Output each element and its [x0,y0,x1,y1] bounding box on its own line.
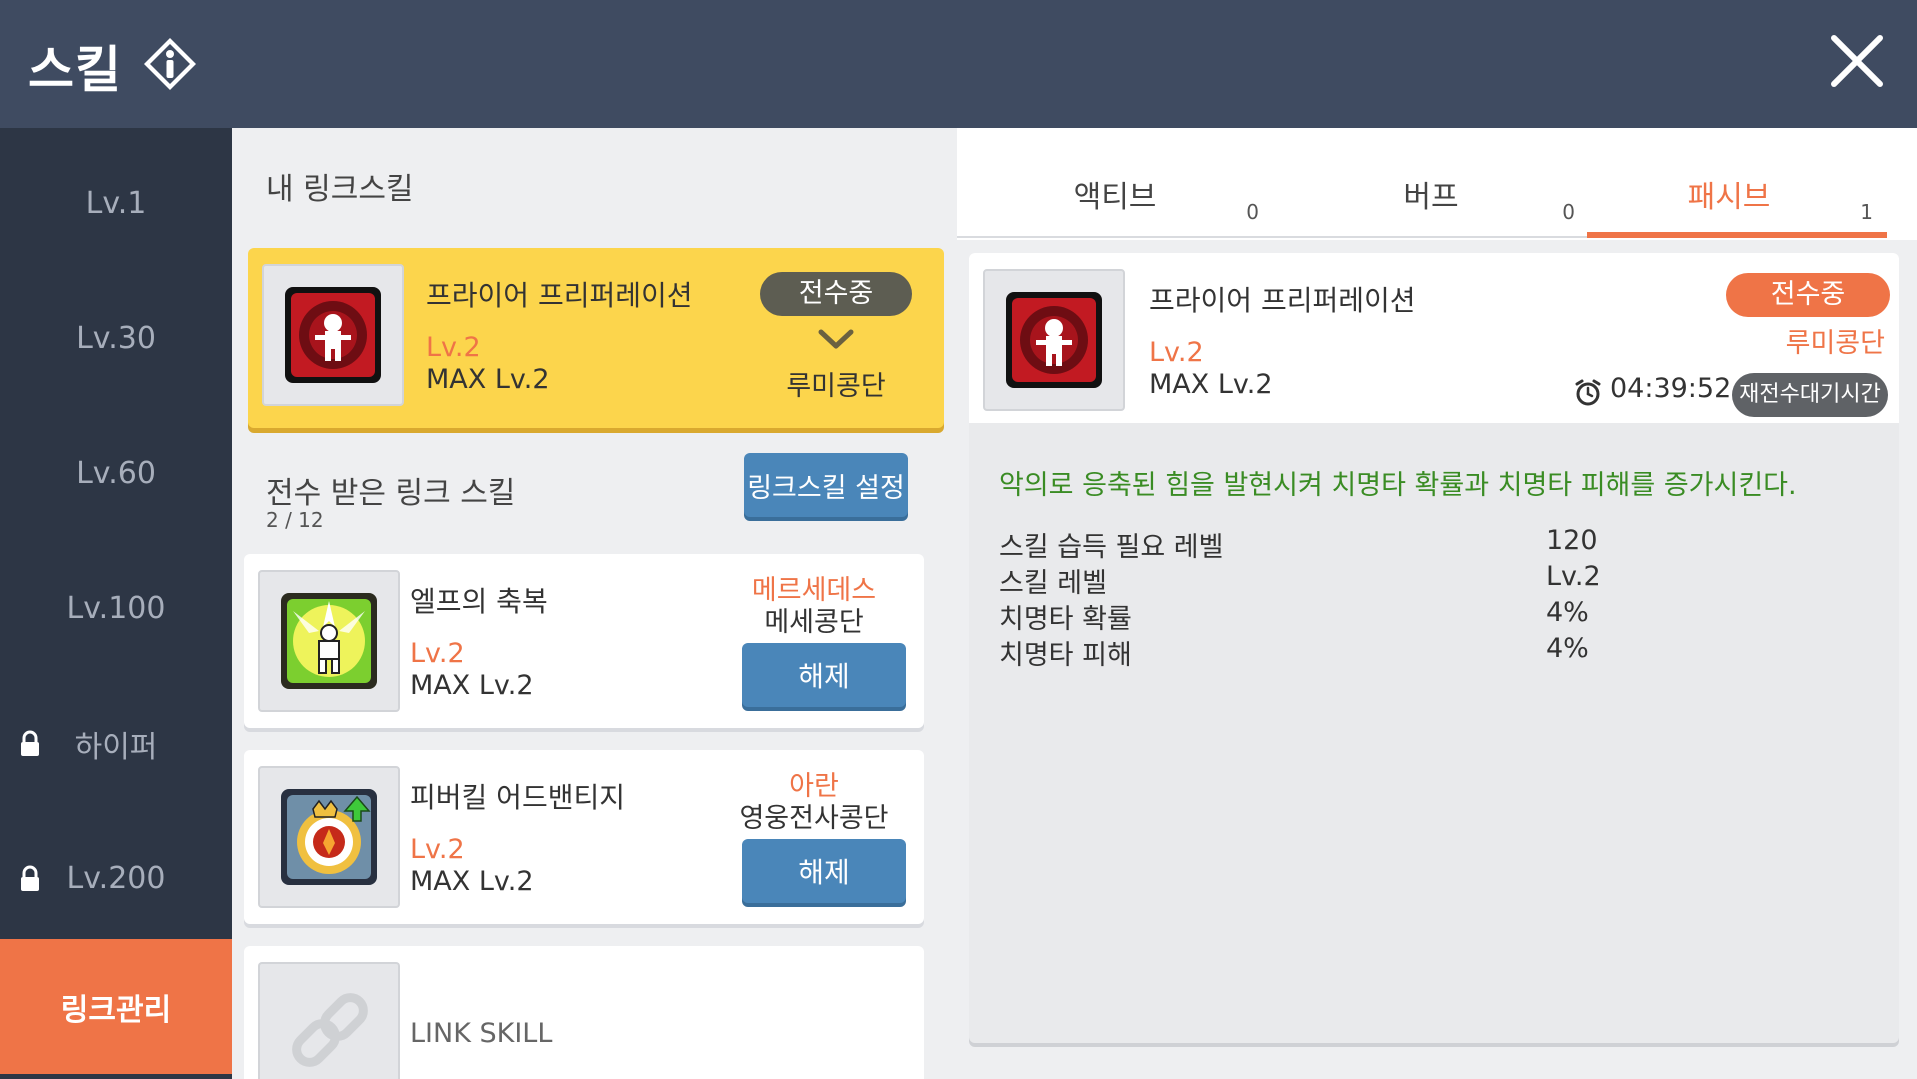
tab-count: 1 [1860,200,1873,224]
skill-detail-panel: 액티브 0 버프 0 패시브 1 프라이어 프리퍼레이션 Lv.2 MAX Lv… [957,128,1917,1079]
stat-value: 4% [1546,597,1589,628]
empty-slot-label: LINK SKILL [410,1018,553,1049]
skill-detail-header: 프라이어 프리퍼레이션 Lv.2 MAX Lv.2 전수중 루미콩단 04:39… [969,253,1899,423]
tab-passive[interactable]: 패시브 1 [1571,128,1887,240]
skill-level: Lv.2 [426,332,481,363]
skill-max-level: MAX Lv.2 [1149,369,1273,400]
empty-link-skill-slot[interactable]: LINK SKILL [244,946,924,1079]
tab-label: 액티브 [1073,180,1157,215]
sidebar-item-label: Lv.100 [66,591,166,626]
header-bar: 스킬 [0,0,1917,128]
tab-count: 0 [1246,200,1259,224]
sidebar-item-lv100[interactable]: Lv.100 [0,541,232,676]
stat-value: Lv.2 [1546,561,1601,592]
stat-label: 치명타 확률 [999,604,1132,635]
sidebar-item-lv60[interactable]: Lv.60 [0,406,232,541]
guild-name: 루미콩단 [786,371,886,402]
lock-icon [21,865,39,891]
guild-name: 영웅전사콩단 [739,803,889,834]
skill-name: 프라이어 프리퍼레이션 [426,279,693,312]
sidebar-item-lv30[interactable]: Lv.30 [0,271,232,406]
retransfer-wait-badge: 재전수대기시간 [1732,373,1888,417]
prior-preparation-skill-icon [285,287,381,383]
skill-icon-frame [983,269,1125,411]
sidebar-item-link-manage[interactable]: 링크관리 [0,939,232,1074]
page-title: 스킬 [28,41,122,99]
skill-detail-card: 프라이어 프리퍼레이션 Lv.2 MAX Lv.2 전수중 루미콩단 04:39… [969,253,1899,1043]
skill-max-level: MAX Lv.2 [410,670,534,701]
sidebar: Lv.1 Lv.30 Lv.60 Lv.100 하이퍼 Lv.200 링크관리 [0,128,232,1079]
guild-name: 메세콩단 [764,607,864,638]
release-button[interactable]: 해제 [742,839,906,903]
retransfer-timer: 04:39:52 [1610,373,1732,404]
stat-value: 120 [1546,525,1598,556]
tab-buff[interactable]: 버프 0 [1273,128,1589,240]
sidebar-item-lv200[interactable]: Lv.200 [0,811,232,946]
received-link-skills-title: 전수 받은 링크 스킬 [266,476,516,511]
skill-level: Lv.2 [410,834,465,865]
skill-name: 엘프의 축복 [410,585,548,618]
stat-label: 스킬 레벨 [999,568,1107,599]
sidebar-item-label: 링크관리 [60,992,172,1028]
link-skill-settings-button[interactable]: 링크스킬 설정 [744,453,908,517]
chain-link-icon [292,993,368,1067]
chevron-down-icon [818,329,854,349]
guild-name: 루미콩단 [1785,328,1885,359]
sidebar-item-hyper[interactable]: 하이퍼 [0,676,232,811]
skill-icon-frame [262,264,404,406]
release-button[interactable]: 해제 [742,643,906,707]
elf-blessing-skill-icon [281,593,377,689]
transfer-status-badge: 전수중 [760,272,912,316]
received-count: 2 / 12 [266,508,324,532]
prior-preparation-skill-icon [1006,292,1102,388]
skill-max-level: MAX Lv.2 [426,364,550,395]
stat-label: 치명타 피해 [999,640,1132,671]
skill-level: Lv.2 [1149,337,1204,368]
alarm-clock-icon [1575,379,1601,406]
sidebar-item-label: Lv.200 [66,861,166,896]
skill-type-tabs: 액티브 0 버프 0 패시브 1 [957,128,1917,240]
skill-name: 프라이어 프리퍼레이션 [1149,284,1416,317]
sidebar-item-lv1[interactable]: Lv.1 [0,136,232,271]
skill-description: 악의로 응축된 힘을 발현시켜 치명타 확률과 치명타 피해를 증가시킨다. [999,470,1797,501]
received-skill-card: 피버킬 어드밴티지 Lv.2 MAX Lv.2 아란 영웅전사콩단 해제 [244,750,924,924]
tab-label: 패시브 [1687,180,1771,215]
lock-icon [21,730,39,756]
my-link-skill-title: 내 링크스킬 [266,172,414,207]
skill-icon-frame [258,570,400,712]
skill-level: Lv.2 [410,638,465,669]
sidebar-item-label: Lv.60 [76,456,156,491]
info-diamond-icon[interactable] [142,36,198,92]
close-icon[interactable] [1826,30,1888,92]
skill-icon-frame [258,962,400,1079]
sidebar-item-label: Lv.30 [76,321,156,356]
received-skill-card: 엘프의 축복 Lv.2 MAX Lv.2 메르세데스 메세콩단 해제 [244,554,924,728]
my-link-skill-card[interactable]: 프라이어 프리퍼레이션 Lv.2 MAX Lv.2 전수중 루미콩단 [248,248,944,428]
skill-icon-frame [258,766,400,908]
fever-kill-advantage-skill-icon [281,789,377,885]
stat-value: 4% [1546,633,1589,664]
stat-label: 스킬 습득 필요 레벨 [999,532,1224,563]
sidebar-item-label: 하이퍼 [74,729,158,765]
tab-label: 버프 [1403,180,1459,215]
skill-max-level: MAX Lv.2 [410,866,534,897]
tab-active[interactable]: 액티브 0 [957,128,1273,240]
link-skill-panel: 내 링크스킬 프라이어 프리퍼레이션 Lv.2 MAX Lv.2 전수중 루미콩… [232,128,957,1079]
transfer-status-badge: 전수중 [1726,273,1890,317]
active-tab-indicator [1587,232,1887,238]
sidebar-item-label: Lv.1 [85,186,147,221]
skill-name: 피버킬 어드밴티지 [410,781,625,814]
